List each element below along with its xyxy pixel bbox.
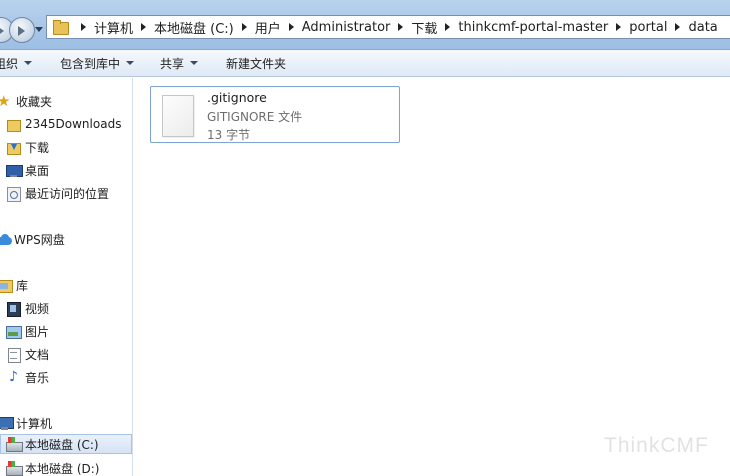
nav-pictures[interactable]: 图片 — [6, 321, 49, 341]
video-icon — [6, 301, 21, 317]
breadcrumb-separator-icon[interactable] — [398, 23, 404, 31]
organize-label: 组织 — [0, 56, 19, 71]
navigation-pane: ★ 收藏夹 2345Downloads 下载 桌面 最近访问的位置 WPS网盘 … — [0, 78, 133, 476]
nav-2345downloads-label: 2345Downloads — [25, 117, 122, 131]
breadcrumb-drive-c[interactable]: 本地磁盘 (C:) — [154, 18, 234, 37]
file-list-pane: .gitignore GITIGNORE 文件 13 字节 — [134, 78, 730, 476]
file-item[interactable]: .gitignore GITIGNORE 文件 13 字节 — [150, 86, 400, 143]
library-icon — [0, 278, 13, 293]
nav-recent-label: 最近访问的位置 — [25, 186, 110, 201]
chevron-down-icon — [190, 61, 199, 65]
music-note-icon: ♪ — [9, 368, 18, 385]
folder-icon — [6, 117, 21, 132]
nav-drive-c-label: 本地磁盘 (C:) — [25, 437, 99, 452]
nav-drive-d[interactable]: 本地磁盘 (D:) — [6, 458, 99, 476]
breadcrumb-users[interactable]: 用户 — [255, 18, 281, 37]
file-name: .gitignore — [207, 90, 267, 105]
download-folder-icon — [6, 140, 21, 155]
nav-favorites-label: 收藏夹 — [16, 94, 53, 109]
file-size: 13 字节 — [207, 128, 251, 142]
forward-arrow-icon — [18, 26, 25, 36]
computer-icon — [0, 416, 14, 431]
picture-icon — [6, 324, 22, 339]
nav-2345downloads[interactable]: 2345Downloads — [6, 114, 121, 134]
document-icon — [6, 347, 21, 363]
nav-music[interactable]: ♪ 音乐 — [6, 367, 49, 387]
include-in-library-label: 包含到库中 — [60, 56, 121, 71]
windows-drive-icon — [6, 436, 23, 452]
share-button[interactable]: 共享 — [160, 50, 199, 77]
nav-wps-cloud[interactable]: WPS网盘 — [0, 229, 65, 249]
nav-videos[interactable]: 视频 — [6, 298, 49, 318]
include-in-library-button[interactable]: 包含到库中 — [60, 50, 135, 77]
breadcrumb-separator-icon[interactable] — [675, 23, 681, 31]
cloud-icon — [0, 232, 12, 247]
breadcrumb-data[interactable]: data — [688, 20, 717, 35]
breadcrumb-separator-icon[interactable] — [81, 23, 86, 31]
nav-desktop[interactable]: 桌面 — [6, 160, 49, 180]
back-arrow-icon — [0, 26, 4, 36]
nav-favorites[interactable]: ★ 收藏夹 — [0, 91, 52, 111]
forward-button[interactable] — [9, 17, 35, 43]
nav-drive-d-label: 本地磁盘 (D:) — [25, 461, 100, 476]
recent-places-icon — [6, 186, 21, 202]
watermark: ThinkCMF — [604, 434, 709, 457]
nav-desktop-label: 桌面 — [25, 163, 50, 178]
organize-button[interactable]: 组织 — [0, 50, 33, 77]
address-bar-area: 计算机 本地磁盘 (C:) 用户 Administrator 下载 thinkc… — [0, 0, 730, 50]
nav-libraries[interactable]: 库 — [0, 275, 28, 295]
nav-documents-label: 文档 — [25, 347, 50, 362]
nav-downloads[interactable]: 下载 — [6, 137, 49, 157]
history-dropdown-icon[interactable] — [35, 27, 43, 32]
command-toolbar: 组织 包含到库中 共享 新建文件夹 — [0, 50, 730, 77]
file-type: GITIGNORE 文件 — [207, 110, 303, 124]
breadcrumb-separator-icon[interactable] — [241, 23, 247, 31]
breadcrumb-separator-icon[interactable] — [288, 23, 294, 31]
breadcrumb-portal[interactable]: portal — [629, 20, 667, 35]
chevron-down-icon — [126, 61, 135, 65]
nav-videos-label: 视频 — [25, 301, 50, 316]
breadcrumb-separator-icon[interactable] — [445, 23, 451, 31]
nav-drive-c[interactable]: 本地磁盘 (C:) — [0, 434, 132, 454]
breadcrumb-downloads[interactable]: 下载 — [411, 18, 437, 37]
chevron-down-icon — [24, 61, 33, 65]
new-folder-button[interactable]: 新建文件夹 — [226, 50, 286, 77]
nav-computer-label: 计算机 — [16, 416, 53, 431]
folder-icon — [53, 20, 69, 35]
nav-pictures-label: 图片 — [25, 324, 50, 339]
drive-icon — [6, 460, 23, 476]
nav-documents[interactable]: 文档 — [6, 344, 49, 364]
file-icon — [162, 95, 194, 137]
breadcrumb-administrator[interactable]: Administrator — [302, 20, 391, 35]
breadcrumb-separator-icon[interactable] — [616, 23, 622, 31]
nav-music-label: 音乐 — [25, 370, 50, 385]
desktop-icon — [6, 163, 23, 178]
breadcrumb-computer[interactable]: 计算机 — [94, 18, 133, 37]
new-folder-label: 新建文件夹 — [226, 56, 287, 71]
nav-recent-places[interactable]: 最近访问的位置 — [6, 183, 109, 203]
address-box[interactable]: 计算机 本地磁盘 (C:) 用户 Administrator 下载 thinkc… — [46, 15, 730, 39]
nav-downloads-label: 下载 — [25, 140, 50, 155]
nav-computer[interactable]: 计算机 — [0, 413, 52, 433]
share-label: 共享 — [160, 56, 185, 71]
breadcrumb-thinkcmf[interactable]: thinkcmf-portal-master — [458, 20, 608, 35]
nav-wps-label: WPS网盘 — [14, 232, 65, 247]
breadcrumb-separator-icon[interactable] — [141, 23, 147, 31]
nav-libraries-label: 库 — [16, 278, 29, 293]
star-icon: ★ — [0, 93, 12, 109]
